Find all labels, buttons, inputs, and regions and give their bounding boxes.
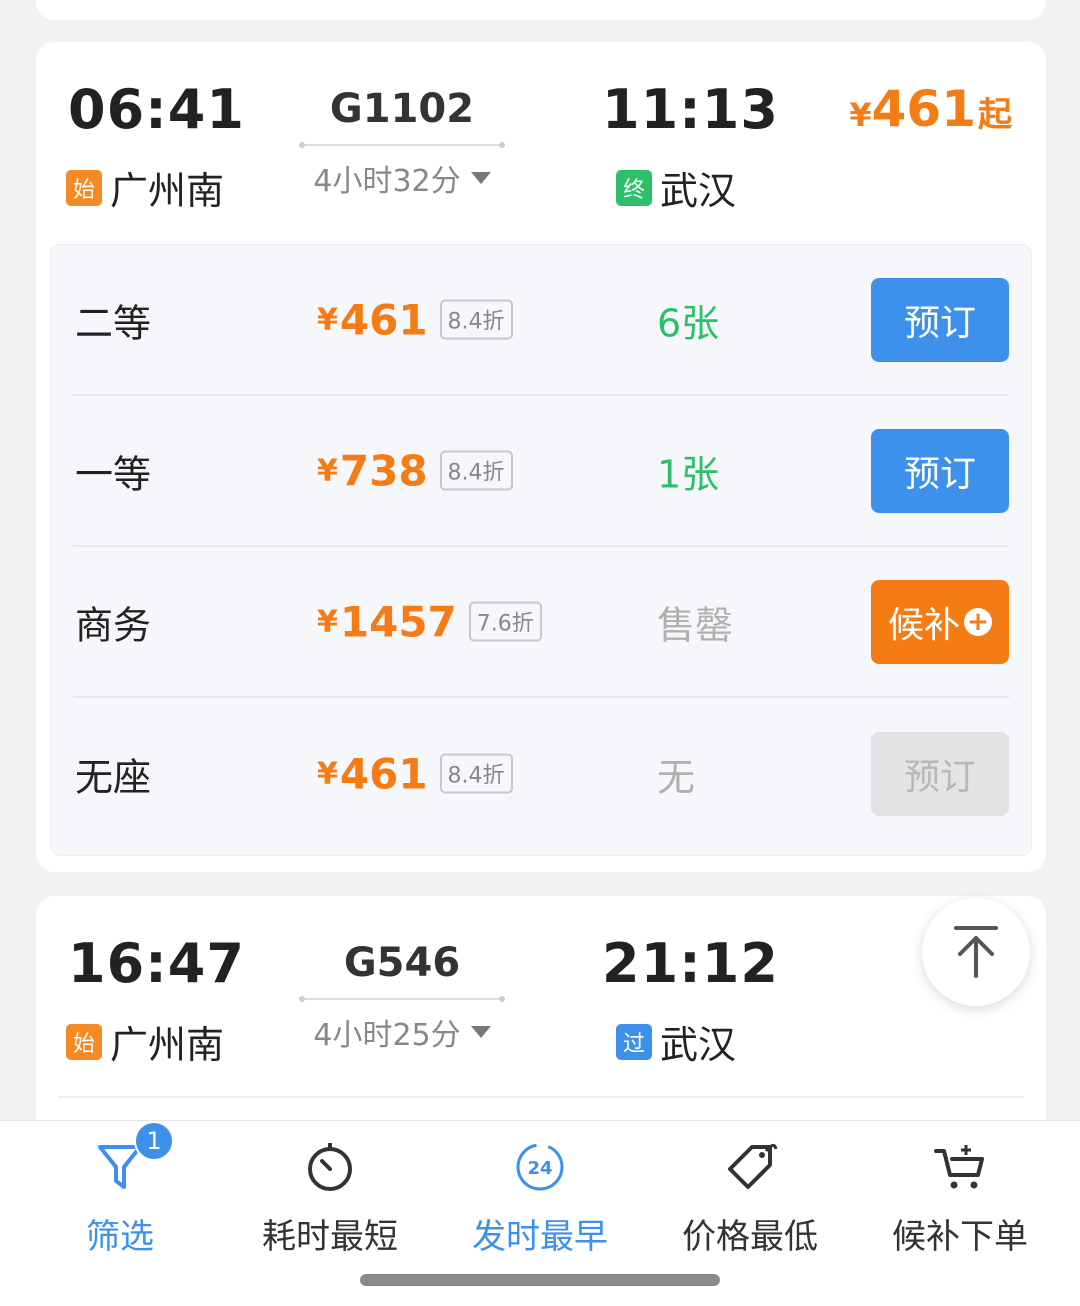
- departure-station: 始 广州南: [66, 1014, 224, 1069]
- seat-class-name: 商务: [75, 603, 152, 647]
- tab-lowest-price[interactable]: 价格最低: [642, 1121, 858, 1271]
- seat-class-name: 无座: [75, 755, 152, 799]
- tab-label: 筛选: [86, 1217, 154, 1257]
- cart-icon: [934, 1145, 984, 1189]
- discount-badge: 8.4折: [439, 450, 513, 491]
- cart-icon-wrap: [928, 1135, 992, 1199]
- start-tag: 始: [66, 1023, 102, 1060]
- duration-toggle[interactable]: 4小时25分: [302, 1010, 502, 1054]
- 24h-icon-text: 24: [527, 1158, 552, 1179]
- seat-availability: 无: [657, 755, 696, 799]
- waitlist-button[interactable]: 候补 +: [871, 579, 1009, 664]
- seat-row-second-class: 二等 ¥ 461 8.4折 6张 预订: [73, 245, 1009, 396]
- train-number: G1102: [329, 86, 475, 132]
- book-button[interactable]: 预订: [871, 277, 1009, 362]
- arrival-station-name: 武汉: [660, 169, 737, 213]
- seat-availability: 1张: [657, 452, 720, 496]
- tab-filter[interactable]: 1 筛选: [12, 1121, 228, 1271]
- route-line: [299, 142, 505, 148]
- duration-text: 4小时32分: [313, 164, 461, 199]
- seat-row-no-seat: 无座 ¥ 461 8.4折 无 预订: [73, 698, 1009, 849]
- seat-list: 二等 ¥ 461 8.4折 6张 预订 一等 ¥ 738 8.4折 1张 预订: [50, 244, 1032, 856]
- departure-time: 16:47: [68, 932, 245, 995]
- departure-station-name: 广州南: [110, 1023, 225, 1067]
- seat-price: ¥ 461 8.4折: [317, 295, 513, 344]
- discount-badge: 8.4折: [439, 299, 513, 340]
- seat-price-value: 461: [339, 295, 428, 344]
- seat-price-value: 1457: [339, 597, 457, 646]
- departure-time: 06:41: [68, 78, 245, 141]
- train-list-page: 06:41 始 广州南 G1102 4小时32分 11:13 终 武汉 ¥ 46…: [0, 0, 1080, 1306]
- arrow-up-icon: [954, 926, 998, 978]
- seat-price: ¥ 738 8.4折: [317, 446, 513, 495]
- arrival-time: 21:12: [602, 932, 779, 995]
- 24h-icon-wrap: 24: [508, 1135, 572, 1199]
- seat-row-business-class: 商务 ¥ 1457 7.6折 售罄 候补 +: [73, 547, 1009, 698]
- discount-badge: 8.4折: [439, 753, 513, 794]
- duration-toggle[interactable]: 4小时32分: [302, 156, 502, 200]
- 24h-icon: 24: [516, 1143, 564, 1191]
- tab-waitlist-order[interactable]: 候补下单: [852, 1121, 1068, 1271]
- tab-label: 候补下单: [892, 1217, 1028, 1257]
- tab-label: 耗时最短: [262, 1217, 398, 1257]
- tab-earliest-departure[interactable]: 24 发时最早: [432, 1121, 648, 1271]
- arrival-station: 终 武汉: [616, 160, 736, 215]
- previous-train-card[interactable]: [36, 0, 1046, 20]
- route-line: [299, 996, 505, 1002]
- price-tag-icon: [728, 1144, 778, 1189]
- seat-availability: 6张: [657, 301, 720, 345]
- train-header[interactable]: 06:41 始 广州南 G1102 4小时32分 11:13 终 武汉 ¥ 46…: [36, 42, 1046, 242]
- filter-badge: 1: [134, 1121, 174, 1161]
- currency-symbol: ¥: [317, 302, 338, 337]
- lowest-price-value: 461: [871, 80, 976, 138]
- seat-price: ¥ 1457 7.6折: [317, 597, 542, 646]
- seat-price-value: 738: [339, 446, 428, 495]
- currency-symbol: ¥: [849, 96, 872, 134]
- price-suffix: 起: [978, 95, 1012, 135]
- plus-circle-icon: +: [964, 607, 992, 636]
- departure-station-name: 广州南: [110, 169, 225, 213]
- departure-station: 始 广州南: [66, 160, 224, 215]
- tab-label: 发时最早: [472, 1217, 608, 1257]
- seat-availability: 售罄: [657, 603, 734, 647]
- end-tag: 终: [616, 169, 652, 206]
- train-number: G546: [343, 940, 461, 986]
- seat-class-name: 二等: [75, 301, 152, 345]
- train-card-g1102[interactable]: 06:41 始 广州南 G1102 4小时32分 11:13 终 武汉 ¥ 46…: [36, 42, 1046, 872]
- clock-icon-wrap: [298, 1135, 362, 1199]
- seat-price: ¥ 461 8.4折: [317, 749, 513, 798]
- train-header[interactable]: 16:47 始 广州南 G546 4小时25分 21:12 过 武汉 ¥ 7: [36, 896, 1046, 1096]
- seat-class-name: 一等: [75, 452, 152, 496]
- lowest-price: ¥ 461 起: [849, 80, 1012, 138]
- train-card-g546[interactable]: 16:47 始 广州南 G546 4小时25分 21:12 过 武汉 ¥ 7: [36, 896, 1046, 1156]
- currency-symbol: ¥: [317, 756, 338, 791]
- tab-shortest-duration[interactable]: 耗时最短: [222, 1121, 438, 1271]
- pass-tag: 过: [616, 1023, 652, 1060]
- tab-label: 价格最低: [682, 1217, 818, 1257]
- price-tag-icon-wrap: [718, 1135, 782, 1199]
- home-indicator[interactable]: [360, 1274, 720, 1286]
- card-divider: [58, 1096, 1024, 1098]
- caret-down-icon: [470, 172, 491, 184]
- duration-text: 4小时25分: [313, 1018, 461, 1053]
- back-to-top-button[interactable]: [922, 898, 1030, 1006]
- waitlist-label: 候补: [887, 604, 960, 646]
- book-button[interactable]: 预订: [871, 428, 1009, 513]
- currency-symbol: ¥: [317, 453, 338, 488]
- currency-symbol: ¥: [317, 604, 338, 639]
- clock-icon: [308, 1143, 352, 1191]
- arrival-station: 过 武汉: [616, 1014, 736, 1069]
- seat-row-first-class: 一等 ¥ 738 8.4折 1张 预订: [73, 396, 1009, 547]
- caret-down-icon: [470, 1026, 491, 1038]
- start-tag: 始: [66, 169, 102, 206]
- seat-price-value: 461: [339, 749, 428, 798]
- discount-badge: 7.6折: [468, 601, 542, 642]
- arrival-time: 11:13: [602, 78, 779, 141]
- book-button-disabled: 预订: [871, 731, 1009, 816]
- arrival-station-name: 武汉: [660, 1023, 737, 1067]
- filter-icon-wrap: 1: [88, 1121, 174, 1199]
